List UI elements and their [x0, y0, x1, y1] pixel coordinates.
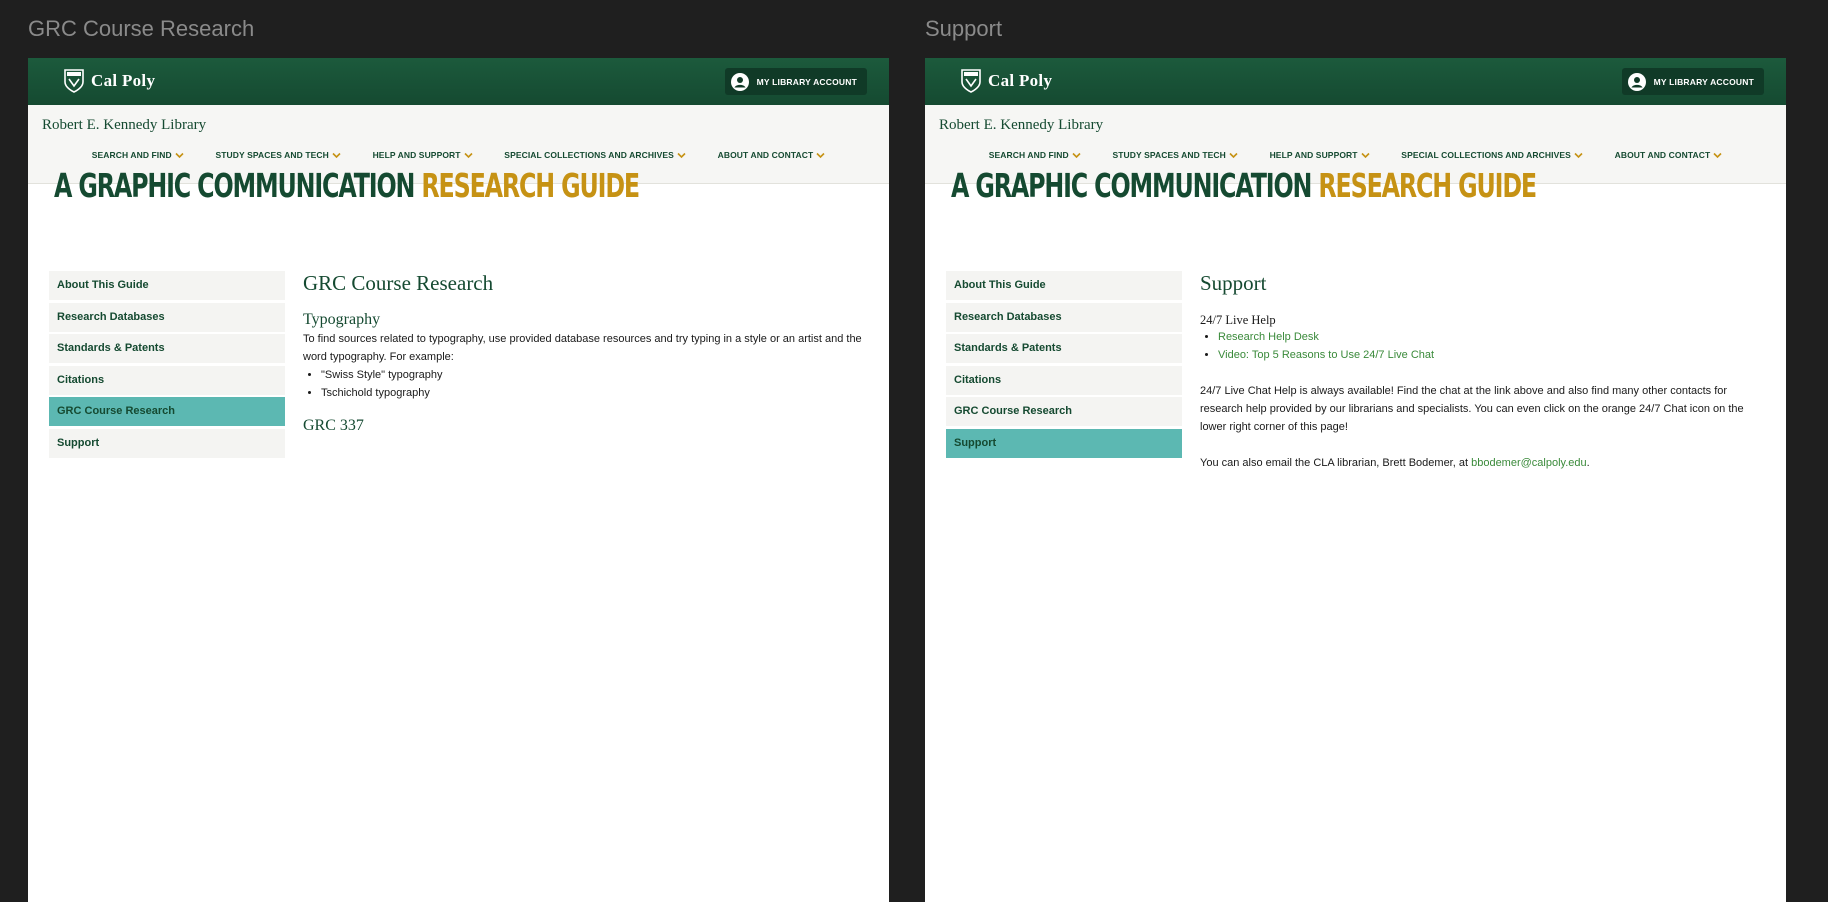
guide-sidebar: About This Guide Research Databases Stan… — [49, 271, 285, 460]
sidebar-item-citations[interactable]: Citations — [49, 365, 285, 395]
nav-about-and-contact[interactable]: ABOUT AND CONTACT — [718, 150, 826, 160]
live-chat-description: 24/7 Live Chat Help is always available!… — [1200, 385, 1744, 433]
nav-label: SPECIAL COLLECTIONS AND ARCHIVES — [504, 150, 674, 160]
nav-special-collections-and-archives[interactable]: SPECIAL COLLECTIONS AND ARCHIVES — [1401, 150, 1583, 160]
list-item: Tschichold typography — [321, 384, 873, 402]
chevron-down-icon — [677, 152, 686, 158]
nav-label: STUDY SPACES AND TECH — [215, 150, 329, 160]
chevron-down-icon — [1574, 152, 1583, 158]
cal-poly-logo[interactable]: Cal Poly — [960, 68, 1052, 94]
sidebar-item-standards-patents[interactable]: Standards & Patents — [946, 334, 1182, 363]
my-library-account-button[interactable]: MY LIBRARY ACCOUNT — [1621, 68, 1764, 95]
page-title: Support — [1200, 271, 1267, 295]
email-librarian-text: You can also email the CLA librarian, Br… — [1200, 454, 1770, 472]
library-page: Cal Poly MY LIBRARY ACCOUNT Robert E. Ke… — [925, 58, 1786, 902]
my-library-account-button[interactable]: MY LIBRARY ACCOUNT — [724, 68, 867, 95]
nav-search-and-find[interactable]: SEARCH AND FIND — [92, 150, 184, 160]
content-support: Support 24/7 Live Help Research Help Des… — [1200, 270, 1770, 472]
cal-poly-logo[interactable]: Cal Poly — [63, 68, 155, 94]
live-help-links: Research Help Desk Video: Top 5 Reasons … — [1200, 328, 1770, 364]
email-link[interactable]: bbodemer@calpoly.edu — [1471, 457, 1587, 469]
top-bar: Cal Poly MY LIBRARY ACCOUNT — [925, 58, 1786, 105]
chevron-down-icon — [332, 152, 341, 158]
library-page: Cal Poly MY LIBRARY ACCOUNT Robert E. Ke… — [28, 58, 889, 902]
nav-study-spaces-and-tech[interactable]: STUDY SPACES AND TECH — [215, 150, 341, 160]
guide-title: A GRAPHIC COMMUNICATION RESEARCH GUIDE — [54, 166, 640, 205]
nav-special-collections-and-archives[interactable]: SPECIAL COLLECTIONS AND ARCHIVES — [504, 150, 686, 160]
live-chat-video-link[interactable]: Video: Top 5 Reasons to Use 24/7 Live Ch… — [1218, 349, 1434, 361]
guide-title-part2: RESEARCH GUIDE — [1318, 166, 1537, 205]
chevron-down-icon — [816, 152, 825, 158]
guide-title-part2: RESEARCH GUIDE — [421, 166, 640, 205]
chevron-down-icon — [1072, 152, 1081, 158]
nav-about-and-contact[interactable]: ABOUT AND CONTACT — [1615, 150, 1723, 160]
nav-label: ABOUT AND CONTACT — [717, 150, 814, 160]
sidebar-item-grc-course-research[interactable]: GRC Course Research — [49, 397, 285, 426]
chevron-down-icon — [1229, 152, 1238, 158]
nav-label: STUDY SPACES AND TECH — [1112, 150, 1226, 160]
account-button-label: MY LIBRARY ACCOUNT — [756, 76, 857, 87]
sidebar-item-about-this-guide[interactable]: About This Guide — [946, 271, 1182, 300]
nav-study-spaces-and-tech[interactable]: STUDY SPACES AND TECH — [1112, 150, 1238, 160]
list-item: Video: Top 5 Reasons to Use 24/7 Live Ch… — [1218, 346, 1770, 364]
sidebar-item-grc-course-research[interactable]: GRC Course Research — [946, 397, 1182, 426]
sidebar-item-support[interactable]: Support — [946, 428, 1182, 458]
guide-title: A GRAPHIC COMMUNICATION RESEARCH GUIDE — [951, 166, 1537, 205]
top-bar: Cal Poly MY LIBRARY ACCOUNT — [28, 58, 889, 105]
page-title: GRC Course Research — [303, 271, 494, 295]
logo-text: Cal Poly — [988, 71, 1053, 90]
frame-title: Support — [925, 16, 1003, 41]
chevron-down-icon — [1713, 152, 1722, 158]
main-nav: SEARCH AND FIND STUDY SPACES AND TECH HE… — [28, 150, 889, 160]
frame-grc-course-research: GRC Course Research Cal Poly MY LIBRARY … — [28, 0, 889, 902]
chevron-down-icon — [1361, 152, 1370, 158]
email-prefix: You can also email the CLA librarian, Br… — [1200, 457, 1472, 469]
section-heading-grc-337: GRC 337 — [303, 417, 364, 434]
guide-title-part1: A GRAPHIC COMMUNICATION — [54, 166, 415, 205]
sidebar-item-support[interactable]: Support — [49, 428, 285, 458]
account-button-label: MY LIBRARY ACCOUNT — [1653, 76, 1754, 87]
chevron-down-icon — [175, 152, 184, 158]
sidebar-item-standards-patents[interactable]: Standards & Patents — [49, 334, 285, 363]
guide-title-part1: A GRAPHIC COMMUNICATION — [951, 166, 1312, 205]
sidebar-item-citations[interactable]: Citations — [946, 365, 1182, 395]
user-icon — [1627, 72, 1646, 91]
section-heading-typography: Typography — [303, 311, 381, 328]
sidebar-item-research-databases[interactable]: Research Databases — [946, 302, 1182, 332]
nav-label: ABOUT AND CONTACT — [1614, 150, 1711, 160]
user-icon — [730, 72, 749, 91]
research-help-desk-link[interactable]: Research Help Desk — [1218, 331, 1319, 343]
frame-support: Support Cal Poly MY LIBRARY ACCOUNT Robe… — [925, 0, 1786, 902]
nav-label: SEARCH AND FIND — [988, 150, 1069, 160]
sidebar-item-about-this-guide[interactable]: About This Guide — [49, 271, 285, 300]
typography-description: To find sources related to typography, u… — [303, 333, 862, 363]
library-name[interactable]: Robert E. Kennedy Library — [939, 117, 1103, 134]
content-grc-course-research: GRC Course Research Typography To find s… — [303, 270, 873, 436]
shield-icon — [64, 69, 84, 93]
typography-examples: "Swiss Style" typography Tschichold typo… — [303, 366, 873, 402]
chevron-down-icon — [464, 152, 473, 158]
nav-label: SPECIAL COLLECTIONS AND ARCHIVES — [1401, 150, 1571, 160]
nav-label: SEARCH AND FIND — [91, 150, 172, 160]
nav-label: HELP AND SUPPORT — [372, 150, 461, 160]
guide-sidebar: About This Guide Research Databases Stan… — [946, 271, 1182, 460]
nav-help-and-support[interactable]: HELP AND SUPPORT — [1270, 150, 1370, 160]
nav-label: HELP AND SUPPORT — [1269, 150, 1358, 160]
frame-title: GRC Course Research — [28, 16, 255, 41]
list-item: Research Help Desk — [1218, 328, 1770, 346]
sidebar-item-research-databases[interactable]: Research Databases — [49, 302, 285, 332]
library-name[interactable]: Robert E. Kennedy Library — [42, 117, 206, 134]
list-item: "Swiss Style" typography — [321, 366, 873, 384]
logo-text: Cal Poly — [91, 71, 156, 90]
section-heading-live-help: 24/7 Live Help — [1200, 313, 1276, 327]
main-nav: SEARCH AND FIND STUDY SPACES AND TECH HE… — [925, 150, 1786, 160]
nav-help-and-support[interactable]: HELP AND SUPPORT — [373, 150, 473, 160]
email-suffix: . — [1586, 457, 1590, 469]
shield-icon — [961, 69, 981, 93]
nav-search-and-find[interactable]: SEARCH AND FIND — [989, 150, 1081, 160]
